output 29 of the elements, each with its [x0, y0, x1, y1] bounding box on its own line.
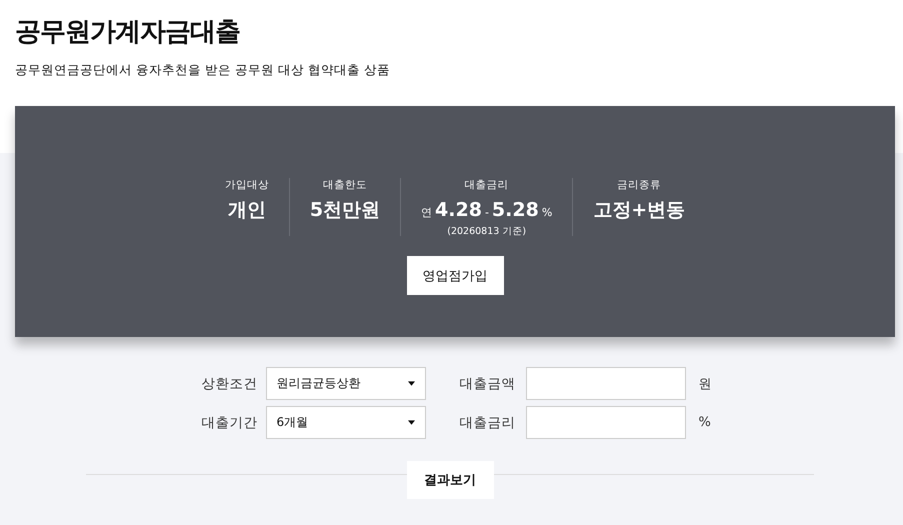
input-field[interactable]: [526, 406, 686, 439]
field-label: 상환조건: [202, 374, 258, 392]
result-button[interactable]: 결과보기: [406, 461, 494, 499]
field-label: 대출금액: [460, 374, 516, 392]
rate-unit: %: [542, 205, 552, 221]
rate-value: 4.28: [435, 198, 482, 223]
stat-value: 고정+변동: [593, 198, 686, 223]
stat-label: 대출한도: [322, 178, 367, 192]
unit-label: %: [698, 415, 712, 430]
unit-label: 원: [698, 376, 712, 392]
caret-icon: [408, 420, 414, 425]
rate-prefix: 연: [421, 205, 432, 221]
page-subtitle: 공무원연금공단에서 융자추천을 받은 공무원 대상 협약대출 상품: [15, 62, 391, 78]
stat-label: 금리종류: [617, 178, 662, 192]
branch-join-button[interactable]: 영업점가입: [406, 256, 504, 295]
stat-value: 5천만원: [310, 198, 380, 223]
dropdown[interactable]: 6개월: [266, 406, 426, 439]
field-label: 대출기간: [202, 414, 258, 432]
stat-label: 가입대상: [224, 178, 269, 192]
dropdown[interactable]: 원리금균등상환: [266, 367, 426, 400]
field-label: 대출금리: [460, 414, 516, 432]
caret-icon: [408, 381, 414, 386]
rate-note: (20260813 기준): [447, 226, 526, 238]
stat-label: 대출금리: [464, 178, 509, 192]
input-field[interactable]: [526, 367, 686, 400]
page-title: 공무원가계자금대출: [15, 16, 241, 49]
rate-value: 5.28: [492, 198, 539, 223]
rate-separator: -: [484, 205, 489, 221]
stat-value: 개인: [228, 198, 266, 223]
